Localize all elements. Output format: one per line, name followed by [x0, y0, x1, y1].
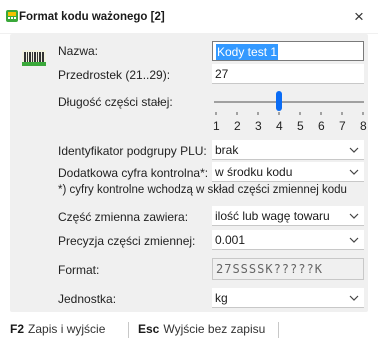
slider-tick-labels: 12345678 [212, 119, 368, 133]
check-digit-select-value: w środku kodu [215, 165, 293, 179]
slider-tick-label: 6 [318, 119, 325, 133]
slider-tick-label: 2 [234, 119, 241, 133]
cancel-shortcut-key: Esc [138, 322, 160, 336]
chevron-down-icon [349, 295, 359, 301]
footer-bar: F2 Zapis i wyjście Esc Wyjście bez zapisu [0, 312, 378, 350]
prefix-input[interactable]: 27 [212, 64, 364, 84]
footer-divider [128, 322, 129, 338]
variable-part-select-value: ilość lub wagę towaru [215, 209, 330, 223]
prefix-label: Przedrostek (21..29): [58, 68, 171, 82]
slider-thumb[interactable] [276, 91, 282, 111]
slider-tick-label: 3 [255, 119, 262, 133]
unit-select[interactable]: kg [212, 288, 364, 308]
slider-tick-label: 4 [276, 119, 283, 133]
precision-select-value: 0.001 [215, 233, 246, 247]
chevron-down-icon [349, 237, 359, 243]
slider-tick-label: 7 [339, 119, 346, 133]
fixed-length-label: Długość części stałej: [58, 95, 173, 109]
slider-tick-label: 8 [360, 119, 367, 133]
footer-divider [278, 322, 279, 338]
slider-tick-label: 1 [213, 119, 220, 133]
cash-register-icon [6, 10, 18, 22]
cancel-label: Wyjście bez zapisu [163, 322, 266, 336]
chevron-down-icon [349, 213, 359, 219]
name-label: Nazwa: [58, 44, 99, 58]
format-display: 27SSSSK?????K [212, 258, 364, 280]
exit-without-save-button[interactable]: Esc Wyjście bez zapisu [138, 322, 265, 336]
save-shortcut-key: F2 [10, 322, 25, 336]
check-digit-note: *) cyfry kontrolne wchodzą w skład częśc… [58, 184, 347, 196]
plu-select[interactable]: brak [212, 140, 364, 160]
title-bar: Format kodu ważonego [2] × [0, 0, 378, 34]
slider-track [214, 101, 364, 103]
barcode-scale-icon [22, 50, 46, 66]
chevron-down-icon [349, 147, 359, 153]
save-label: Zapis i wyjście [28, 322, 106, 336]
slider-tick-label: 5 [297, 119, 304, 133]
unit-select-value: kg [215, 291, 228, 305]
unit-label: Jednostka: [58, 292, 117, 306]
save-and-exit-button[interactable]: F2 Zapis i wyjście [10, 322, 105, 336]
close-button[interactable]: × [346, 5, 372, 29]
name-input-value: Kody test 1 [216, 44, 279, 60]
chevron-down-icon [349, 169, 359, 175]
check-digit-select[interactable]: w środku kodu [212, 162, 364, 182]
variable-part-label: Część zmienna zawiera: [58, 210, 189, 224]
check-digit-label: Dodatkowa cyfra kontrolna*: [58, 166, 209, 180]
plu-label: Identyfikator podgrupy PLU: [58, 144, 207, 158]
name-input[interactable]: Kody test 1 [212, 41, 364, 61]
precision-label: Precyzja części zmiennej: [58, 234, 196, 248]
precision-select[interactable]: 0.001 [212, 230, 364, 250]
format-label: Format: [58, 263, 100, 277]
window-title: Format kodu ważonego [2] [19, 11, 165, 23]
plu-select-value: brak [215, 143, 239, 157]
variable-part-select[interactable]: ilość lub wagę towaru [212, 206, 364, 226]
